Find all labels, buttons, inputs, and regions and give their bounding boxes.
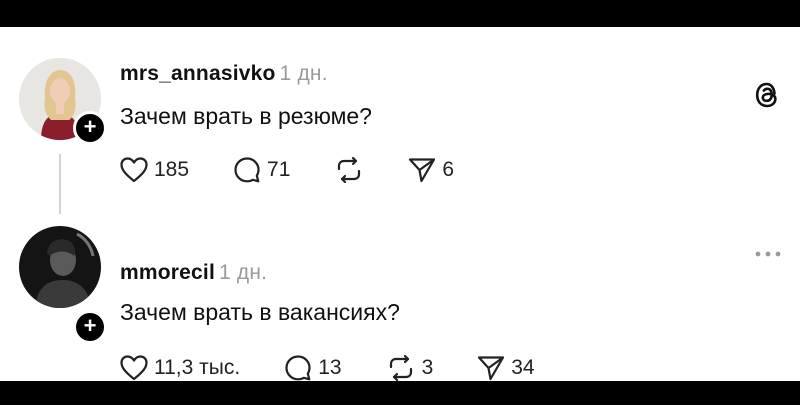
post: + mrs_annasivko 1 дн. Зачем врать в резюм… bbox=[0, 27, 800, 217]
heart-icon bbox=[120, 157, 148, 183]
comment-count: 71 bbox=[267, 158, 291, 181]
heart-icon bbox=[120, 355, 148, 381]
repost-button[interactable] bbox=[334, 157, 370, 183]
comment-bubble-icon bbox=[233, 156, 261, 184]
username[interactable]: mmorecil bbox=[120, 261, 215, 284]
post-text: Зачем врать в резюме? bbox=[120, 103, 372, 129]
share-count: 6 bbox=[442, 158, 455, 181]
username[interactable]: mrs_annasivko bbox=[120, 62, 276, 85]
share-button[interactable]: 6 bbox=[408, 157, 454, 183]
comment-count: 13 bbox=[318, 356, 342, 379]
share-count: 34 bbox=[511, 356, 535, 379]
repost-icon bbox=[386, 355, 416, 381]
post-header: mrs_annasivko 1 дн. bbox=[120, 62, 328, 86]
post-header: mmorecil 1 дн. bbox=[120, 261, 267, 285]
like-count: 185 bbox=[154, 158, 190, 181]
like-button[interactable]: 185 bbox=[120, 157, 189, 183]
share-button[interactable]: 34 bbox=[477, 355, 535, 381]
action-bar: 185 71 6 bbox=[120, 156, 454, 184]
repost-count: 3 bbox=[421, 356, 434, 379]
repost-icon bbox=[334, 157, 364, 183]
comment-button[interactable]: 13 bbox=[284, 354, 342, 382]
send-icon bbox=[408, 157, 436, 183]
repost-button[interactable]: 3 bbox=[386, 355, 434, 381]
like-button[interactable]: 11,3 тыс. bbox=[120, 355, 240, 381]
comment-bubble-icon bbox=[284, 354, 312, 382]
more-dots-icon[interactable] bbox=[754, 245, 782, 263]
avatar[interactable] bbox=[19, 226, 101, 308]
threads-screenshot: + mrs_annasivko 1 дн. Зачем врать в резюм… bbox=[0, 27, 800, 381]
timestamp: 1 дн. bbox=[279, 62, 328, 85]
timestamp: 1 дн. bbox=[218, 261, 268, 284]
post: + mmorecil 1 дн. Зачем врать в вакансиях?… bbox=[0, 217, 800, 381]
post-text: Зачем врать в вакансиях? bbox=[120, 299, 400, 325]
comment-button[interactable]: 71 bbox=[233, 156, 290, 184]
like-count: 11,3 тыс. bbox=[154, 356, 241, 379]
send-icon bbox=[477, 355, 505, 381]
action-bar: 11,3 тыс. 13 3 34 bbox=[120, 354, 535, 382]
follow-button[interactable]: + bbox=[73, 310, 107, 344]
thread-line bbox=[59, 154, 61, 214]
follow-button[interactable]: + bbox=[73, 111, 107, 145]
threads-logo-icon[interactable] bbox=[752, 79, 782, 116]
